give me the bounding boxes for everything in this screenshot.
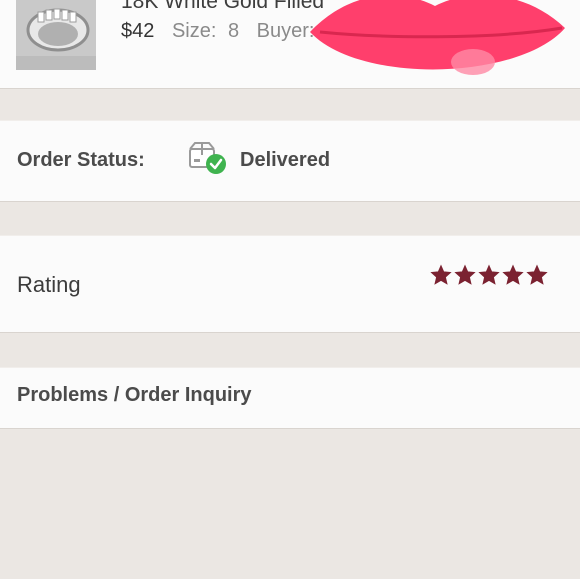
star-icon[interactable]: [478, 264, 500, 286]
product-meta: $42 Size: 8 Buyer:: [121, 20, 314, 43]
star-icon[interactable]: [502, 264, 524, 286]
rating-card[interactable]: Rating: [0, 236, 580, 332]
redaction-lips-sticker: [310, 0, 565, 75]
order-status-card: Order Status: Delivered: [0, 121, 580, 201]
rating-stars[interactable]: [430, 264, 548, 286]
product-price: $42: [121, 20, 155, 42]
size-label: Size:: [171, 20, 217, 42]
order-status-value: Delivered: [240, 149, 331, 171]
package-delivered-icon: [189, 142, 226, 174]
size-value: 8: [227, 20, 240, 42]
star-icon[interactable]: [526, 264, 548, 286]
order-status-label: Order Status:: [17, 149, 145, 171]
ring-image: [16, 0, 96, 70]
problems-order-inquiry-row[interactable]: Problems / Order Inquiry: [0, 368, 580, 428]
product-title[interactable]: 18K White Gold Filled: [121, 0, 324, 14]
star-icon[interactable]: [430, 264, 452, 286]
problems-order-inquiry-label: Problems / Order Inquiry: [17, 384, 252, 406]
rating-label: Rating: [17, 272, 81, 297]
order-item-card[interactable]: 18K White Gold Filled $42 Size: 8 Buyer:: [0, 0, 580, 88]
product-thumbnail[interactable]: [16, 0, 96, 70]
star-icon[interactable]: [454, 264, 476, 286]
